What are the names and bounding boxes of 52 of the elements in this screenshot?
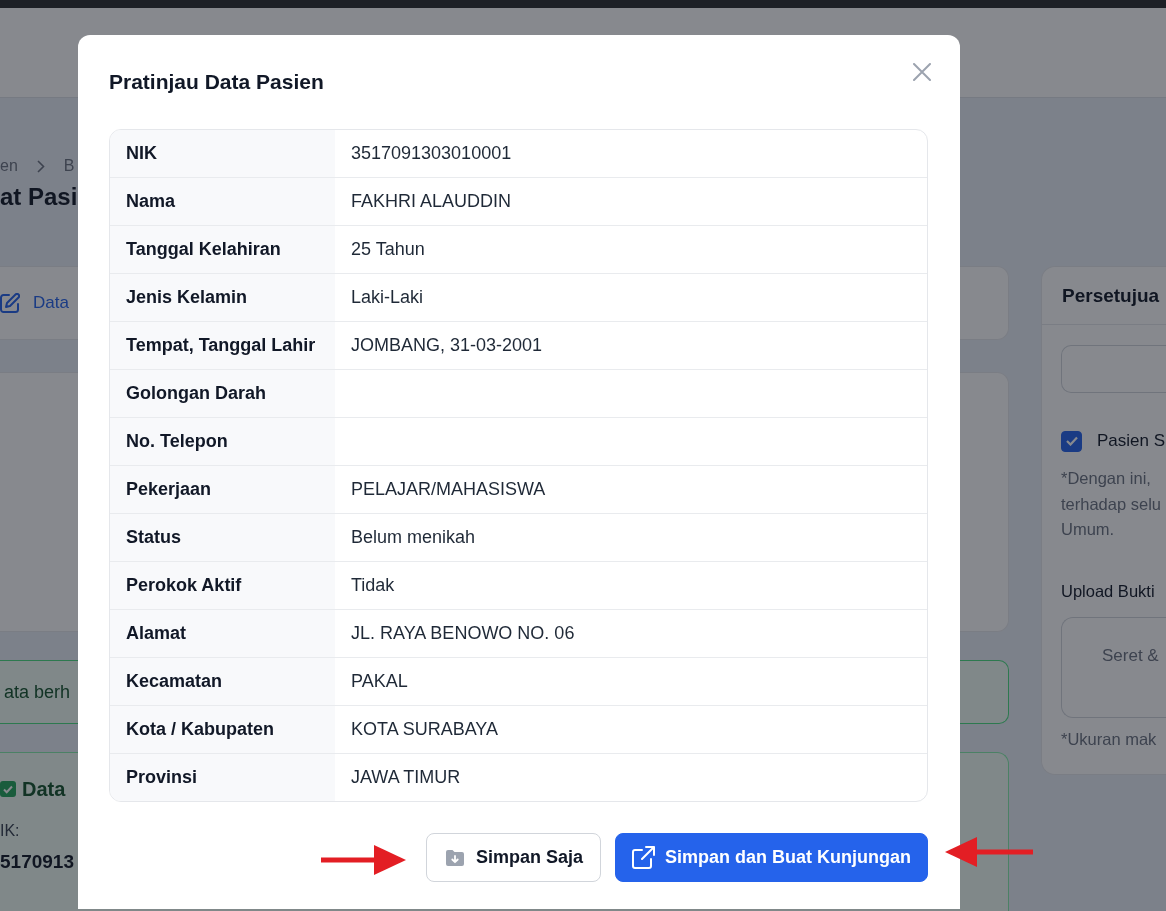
field-value: 25 Tahun <box>350 238 426 261</box>
field-label: Status <box>110 514 335 561</box>
dialog-title: Pratinjau Data Pasien <box>109 70 324 94</box>
field-label: Jenis Kelamin <box>110 274 335 321</box>
field-label: Golongan Darah <box>110 370 335 417</box>
alert-text: ata berh <box>4 681 71 703</box>
save-button[interactable]: Simpan Saja <box>425 833 601 882</box>
field-value: 3517091303010001 <box>350 142 513 165</box>
card-title: Persetujua <box>1062 284 1160 307</box>
edit-icon <box>0 293 20 313</box>
field-label: Kota / Kabupaten <box>110 706 335 753</box>
field-label: Tempat, Tanggal Lahir <box>110 322 335 369</box>
field-label: No. Telepon <box>110 418 335 465</box>
chevron-icon <box>36 159 45 173</box>
field-value: PELAJAR/MAHASISWA <box>350 478 547 501</box>
external-link-icon <box>632 846 655 869</box>
breadcrumb-link[interactable]: en <box>0 157 18 175</box>
field-label: Kecamatan <box>110 658 335 705</box>
field-label: Pekerjaan <box>110 466 335 513</box>
field-label: Alamat <box>110 610 335 657</box>
card-title: Data <box>22 777 66 801</box>
upload-label: Upload Bukti <box>1061 580 1155 601</box>
field-label: NIK <box>110 130 335 177</box>
page-title: at Pasi <box>0 183 78 211</box>
field-value: Belum menikah <box>350 526 477 549</box>
checkbox[interactable] <box>1061 430 1082 452</box>
folder-download-icon <box>445 849 464 866</box>
field-value: Laki-Laki <box>350 286 425 309</box>
field-value: JAWA TIMUR <box>350 766 462 789</box>
check-icon <box>1065 436 1078 446</box>
field-value: JOMBANG, 31-03-2001 <box>350 334 544 357</box>
field-label: IK: <box>0 822 20 840</box>
breadcrumb-link[interactable]: B <box>63 157 75 175</box>
field-label: Tanggal Kelahiran <box>110 226 335 273</box>
size-note: *Ukuran mak <box>1061 729 1157 749</box>
check-square-icon <box>0 781 16 797</box>
field-label: Nama <box>110 178 335 225</box>
tab[interactable]: Data <box>0 293 69 313</box>
save-and-visit-button[interactable]: Simpan dan Buat Kunjungan <box>615 833 928 882</box>
field-value: KOTA SURABAYA <box>350 718 500 741</box>
field-value: FAKHRI ALAUDDIN <box>350 190 513 213</box>
field-value: JL. RAYA BENOWO NO. 06 <box>350 622 576 645</box>
close-icon <box>913 63 931 81</box>
field-value: 5170913 <box>0 851 74 873</box>
field-value: Tidak <box>350 574 396 597</box>
checkbox-label: Pasien S <box>1097 431 1166 451</box>
field-label: Perokok Aktif <box>110 562 335 609</box>
dropzone[interactable]: Seret & <box>1061 616 1166 718</box>
field-label: Provinsi <box>110 754 335 801</box>
field-value: PAKAL <box>350 670 409 693</box>
note-text: *Dengan ini, terhadap selu Umum. <box>1061 468 1161 540</box>
close-button[interactable] <box>913 63 931 81</box>
